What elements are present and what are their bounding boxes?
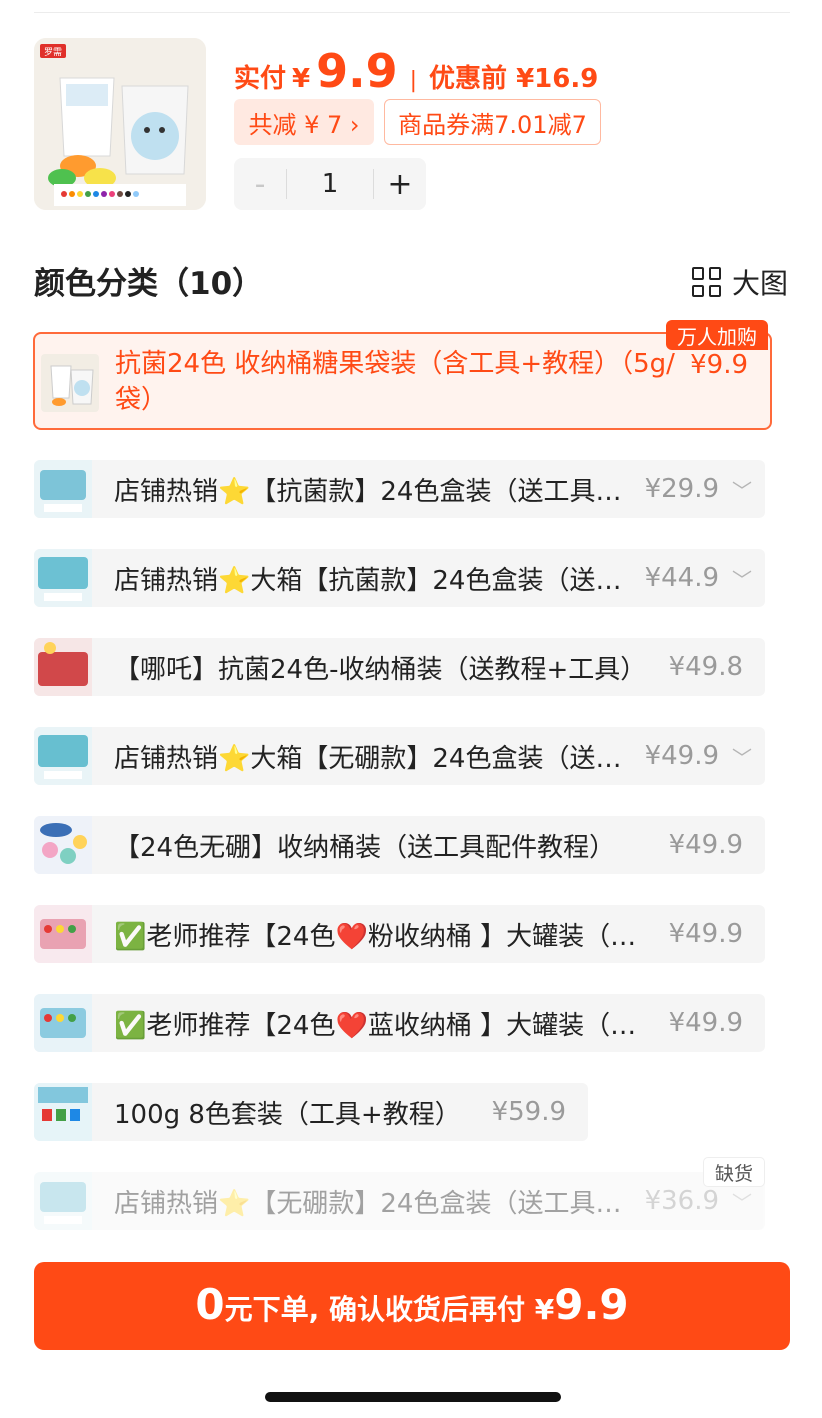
popular-badge: 万人加购	[666, 320, 768, 350]
cta-price: 9.9	[554, 1280, 629, 1329]
option-price: ¥49.9	[644, 741, 719, 771]
option-label: 店铺热销⭐【无硼款】24色盒装（送工具+教程）	[114, 1188, 627, 1219]
increase-button[interactable]: +	[374, 158, 426, 210]
coupon-tag: 商品券满7.01减7	[384, 99, 601, 145]
option-item[interactable]: 【哪吒】抗菌24色-收纳桶装（送教程+工具） ¥49.8	[34, 638, 765, 696]
actual-price: 9.9	[316, 44, 398, 98]
quantity-value[interactable]: 1	[286, 169, 374, 199]
option-item[interactable]: 100g 8色套装（工具+教程） ¥59.9	[34, 1083, 588, 1141]
option-label: 抗菌24色 收纳桶糖果袋装（含工具+教程）（5g/袋）	[115, 349, 675, 415]
option-item[interactable]: ✅老师推荐【24色❤️粉收纳桶 】大罐装（送工具） ¥49.9	[34, 905, 765, 963]
option-thumbnail	[34, 905, 92, 963]
chevron-down-icon[interactable]: ﹀	[719, 742, 765, 771]
big-view-label: 大图	[731, 267, 788, 300]
chevron-down-icon[interactable]: ﹀	[719, 1187, 765, 1216]
quantity-stepper: - 1 +	[234, 158, 426, 210]
option-label: ✅老师推荐【24色❤️粉收纳桶 】大罐装（送工具）	[114, 921, 651, 952]
option-label: 店铺热销⭐大箱【抗菌款】24色盒装（送工具+教程）	[114, 565, 627, 596]
price-row: 实付 ¥ 9.9 | 优惠前 ¥16.9	[234, 44, 599, 98]
option-item[interactable]: ✅老师推荐【24色❤️蓝收纳桶 】大罐装（送工具） ¥49.9	[34, 994, 765, 1052]
product-illustration: 罗需	[34, 38, 206, 210]
big-view-toggle[interactable]: 大图	[691, 262, 788, 302]
option-price: ¥49.9	[668, 1008, 743, 1038]
option-item[interactable]: 店铺热销⭐【抗菌款】24色盒装（送工具+教程） ¥29.9 ﹀	[34, 460, 765, 518]
currency-symbol: ¥	[292, 64, 311, 94]
option-thumbnail	[34, 727, 92, 785]
option-item[interactable]: 店铺热销⭐大箱【抗菌款】24色盒装（送工具+教程） ¥44.9 ﹀	[34, 549, 765, 607]
option-thumbnail	[34, 549, 92, 607]
option-label: ✅老师推荐【24色❤️蓝收纳桶 】大罐装（送工具）	[114, 1010, 651, 1041]
option-price: ¥9.9	[690, 350, 748, 380]
option-price: ¥59.9	[491, 1097, 566, 1127]
option-thumbnail	[34, 994, 92, 1052]
chevron-down-icon[interactable]: ﹀	[719, 564, 765, 593]
grid-icon	[691, 267, 722, 297]
place-order-button[interactable]: 0 元下单, 确认收货后再付 ¥ 9.9	[34, 1262, 790, 1350]
option-label: 【24色无硼】收纳桶装（送工具配件教程）	[114, 832, 616, 863]
option-item[interactable]: 店铺热销⭐大箱【无硼款】24色盒装（送工具+教程） ¥49.9 ﹀	[34, 727, 765, 785]
price-separator: |	[409, 68, 418, 93]
option-price: ¥49.9	[668, 830, 743, 860]
option-thumbnail	[34, 1172, 92, 1230]
decrease-button[interactable]: -	[234, 158, 286, 210]
option-thumbnail	[34, 460, 92, 518]
option-thumbnail	[34, 816, 92, 874]
total-discount-tag[interactable]: 共减 ¥ 7 ›	[234, 99, 374, 145]
product-image[interactable]: 罗需	[34, 38, 206, 210]
option-item-out-of-stock[interactable]: 店铺热销⭐【无硼款】24色盒装（送工具+教程） ¥36.9 ﹀	[34, 1172, 765, 1230]
brand-logo-text: 罗需	[44, 47, 62, 58]
option-thumbnail	[41, 354, 99, 412]
option-item[interactable]: 【24色无硼】收纳桶装（送工具配件教程） ¥49.9	[34, 816, 765, 874]
option-price: ¥49.8	[668, 652, 743, 682]
option-label: 店铺热销⭐大箱【无硼款】24色盒装（送工具+教程）	[114, 743, 627, 774]
option-price: ¥49.9	[668, 919, 743, 949]
option-label: 【哪吒】抗菌24色-收纳桶装（送教程+工具）	[114, 654, 647, 685]
option-thumbnail	[34, 1083, 92, 1141]
option-label: 店铺热销⭐【抗菌款】24色盒装（送工具+教程）	[114, 476, 627, 507]
cta-zero: 0	[195, 1280, 225, 1329]
color-category-title: 颜色分类（10）	[34, 266, 264, 302]
option-label: 100g 8色套装（工具+教程）	[114, 1099, 461, 1130]
option-thumbnail	[34, 638, 92, 696]
cta-text: 元下单, 确认收货后再付 ¥	[224, 1293, 555, 1326]
home-indicator	[265, 1392, 561, 1402]
option-price: ¥44.9	[644, 563, 719, 593]
option-price: ¥29.9	[644, 474, 719, 504]
actual-pay-label: 实付	[234, 64, 287, 94]
option-selected[interactable]: 抗菌24色 收纳桶糖果袋装（含工具+教程）（5g/袋） ¥9.9	[33, 332, 772, 430]
original-price: 优惠前 ¥16.9	[429, 64, 599, 94]
out-of-stock-badge: 缺货	[704, 1158, 764, 1186]
chevron-down-icon[interactable]: ﹀	[719, 475, 765, 504]
option-price: ¥36.9	[644, 1186, 719, 1216]
top-divider	[34, 12, 790, 13]
